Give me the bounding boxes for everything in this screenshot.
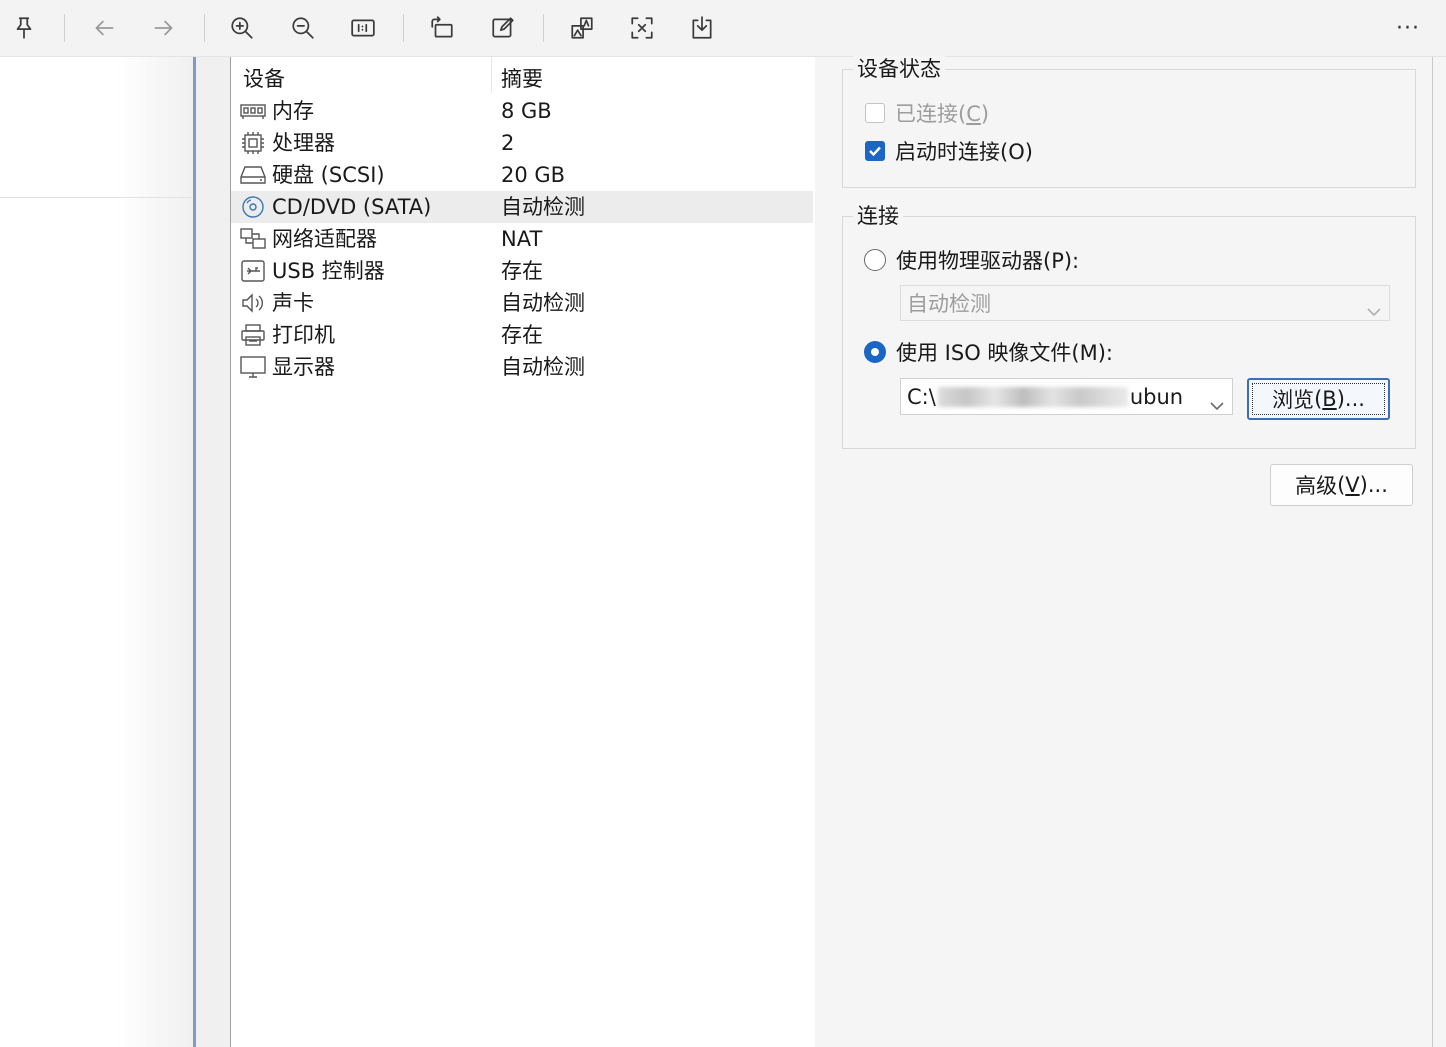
device-row-network-adapter[interactable]: 网络适配器 NAT [231, 223, 813, 255]
forward-icon[interactable] [144, 8, 184, 48]
device-name: 声卡 [272, 291, 314, 315]
network-adapter-icon [239, 227, 267, 251]
redacted-path [937, 386, 1128, 407]
checkmark-icon [869, 146, 881, 157]
browse-button[interactable]: 浏览(B)... [1247, 378, 1390, 420]
advanced-button[interactable]: 高级(V)... [1270, 464, 1413, 506]
connected-checkbox[interactable]: 已连接(C) [865, 98, 989, 128]
device-row-hard-disk[interactable]: 硬盘 (SCSI) 20 GB [231, 159, 813, 191]
back-icon[interactable] [84, 8, 124, 48]
left-pane [0, 57, 194, 1047]
device-name: 显示器 [272, 355, 335, 379]
device-status-group: 设备状态 已连接(C) 启动时连接(O) [842, 56, 1416, 188]
memory-icon [239, 99, 267, 123]
zoom-out-icon[interactable] [283, 8, 323, 48]
radio-circle[interactable] [864, 249, 886, 271]
save-icon[interactable] [682, 8, 722, 48]
connect-on-start-label: 启动时连接(O) [895, 140, 1033, 164]
left-pane-divider [0, 197, 194, 198]
processor-icon [239, 131, 267, 155]
hard-disk-icon [239, 163, 267, 187]
device-summary: 存在 [501, 259, 543, 283]
rotate-icon[interactable] [422, 8, 462, 48]
connection-legend: 连接 [853, 203, 903, 229]
radio-circle[interactable] [864, 341, 886, 363]
device-summary: 存在 [501, 323, 543, 347]
device-row-printer[interactable]: 打印机 存在 [231, 319, 813, 351]
device-summary: 2 [501, 131, 515, 155]
physical-drive-select[interactable]: 自动检测 [900, 285, 1390, 321]
device-name: 硬盘 (SCSI) [272, 163, 385, 187]
visual-search-icon[interactable] [562, 8, 602, 48]
usb-controller-icon [239, 259, 267, 283]
device-summary: 自动检测 [501, 195, 585, 219]
sound-card-icon [239, 291, 267, 315]
device-settings-pane: 设备状态 已连接(C) 启动时连接(O) 连接 使用物理驱动器(P): 自动检测… [815, 56, 1446, 1047]
connected-label: 已连接(C) [895, 102, 990, 126]
pin-icon[interactable] [4, 8, 44, 48]
checkbox-box[interactable] [865, 103, 885, 123]
zoom-in-icon[interactable] [222, 8, 262, 48]
connection-group: 连接 使用物理驱动器(P): 自动检测 使用 ISO 映像文件(M): C:\ … [842, 203, 1416, 449]
device-summary: 自动检测 [501, 291, 585, 315]
more-options-button[interactable]: ··· [1388, 8, 1428, 48]
device-summary: 8 GB [501, 99, 552, 123]
device-name: 网络适配器 [272, 227, 377, 251]
edit-icon[interactable] [483, 8, 523, 48]
checkbox-box[interactable] [865, 141, 885, 161]
device-name: CD/DVD (SATA) [272, 195, 432, 219]
iso-path-prefix: C:\ [907, 384, 936, 409]
chevron-down-icon [1367, 298, 1381, 317]
device-name: 内存 [272, 99, 314, 123]
device-name: USB 控制器 [272, 259, 385, 283]
device-name: 打印机 [272, 323, 335, 347]
device-name: 处理器 [272, 131, 335, 155]
physical-drive-radio[interactable]: 使用物理驱动器(P): [864, 245, 1079, 275]
iso-file-radio[interactable]: 使用 ISO 映像文件(M): [864, 337, 1113, 367]
physical-drive-label: 使用物理驱动器(P): [896, 249, 1080, 273]
device-row-usb-controller[interactable]: USB 控制器 存在 [231, 255, 813, 287]
list-header: 设备 摘要 [231, 57, 815, 95]
device-summary: 20 GB [501, 163, 566, 187]
device-row-sound-card[interactable]: 声卡 自动检测 [231, 287, 813, 319]
device-row-processor[interactable]: 处理器 2 [231, 127, 813, 159]
device-status-legend: 设备状态 [853, 56, 945, 82]
viewer-toolbar: ··· [0, 0, 1446, 57]
column-header-device[interactable]: 设备 [243, 63, 285, 93]
cd-dvd-icon [239, 195, 267, 219]
iso-path-suffix: ubun [1129, 384, 1184, 409]
column-header-summary[interactable]: 摘要 [501, 63, 543, 93]
printer-icon [239, 323, 267, 347]
gutter [196, 57, 230, 1047]
device-list: 设备 摘要 内存 8 GB 处理器 2 硬盘 (SCSI) 20 GB CD/D… [230, 57, 816, 1047]
right-pane-edge [1432, 57, 1433, 1047]
physical-drive-value: 自动检测 [907, 292, 991, 316]
device-summary: NAT [501, 227, 543, 251]
device-row-cd-dvd[interactable]: CD/DVD (SATA) 自动检测 [231, 191, 813, 223]
connect-on-start-checkbox[interactable]: 启动时连接(O) [865, 136, 1033, 166]
device-row-memory[interactable]: 内存 8 GB [231, 95, 813, 127]
iso-file-label: 使用 ISO 映像文件(M): [896, 341, 1113, 365]
iso-path-combobox[interactable]: C:\ ubun [900, 378, 1233, 415]
chevron-down-icon [1210, 392, 1224, 410]
display-icon [239, 355, 267, 379]
crop-icon[interactable] [622, 8, 662, 48]
device-summary: 自动检测 [501, 355, 585, 379]
actual-size-icon[interactable] [343, 8, 383, 48]
device-row-display[interactable]: 显示器 自动检测 [231, 351, 813, 383]
